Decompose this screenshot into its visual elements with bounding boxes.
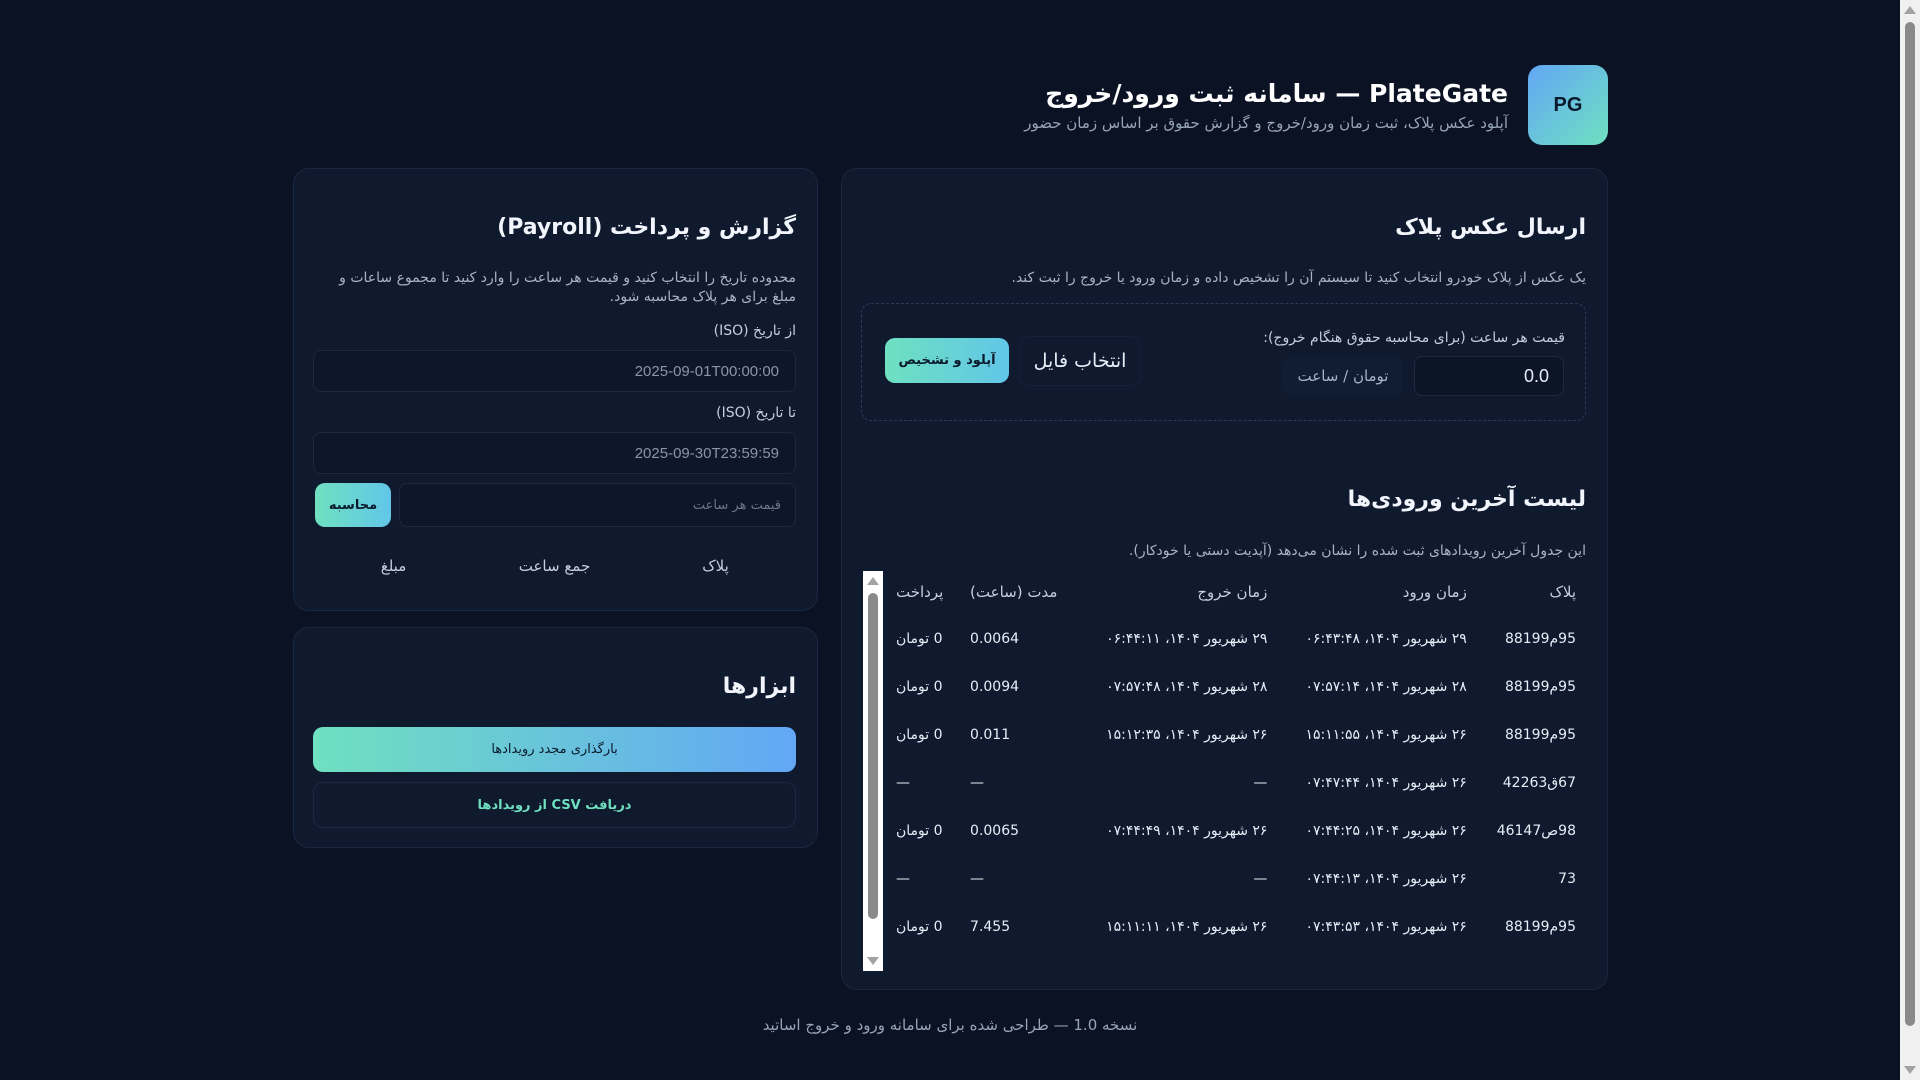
cell-exit-time: ۲۶ شهریور ۱۴۰۴، ۱۵:۱۲:۳۵ (1106, 727, 1268, 743)
entries-table: پلاک زمان ورود زمان خروج مدت (ساعت) پردا… (886, 569, 1586, 951)
payroll-title: گزارش و پرداخت (Payroll) (497, 215, 796, 240)
cell-duration: 0.011 (970, 727, 1011, 743)
app-header: PG PlateGate — سامانه ثبت ورود/خروج آپلو… (1024, 65, 1608, 145)
cell-exit-time: ۲۹ شهریور ۱۴۰۴، ۰۶:۴۴:۱۱ (1106, 631, 1268, 647)
cell-payment: — (896, 775, 910, 791)
rate-unit: تومان / ساعت (1283, 356, 1403, 396)
cell-duration: 0.0064 (970, 631, 1020, 647)
cell-duration: 0.0094 (970, 679, 1020, 695)
scroll-thumb[interactable] (868, 593, 878, 919)
cell-exit-time: ۲۶ شهریور ۱۴۰۴، ۰۷:۴۴:۴۹ (1106, 823, 1268, 839)
cell-payment: 0 تومان (896, 631, 943, 647)
cell-entry-time: ۲۶ شهریور ۱۴۰۴، ۰۷:۴۴:۲۵ (1305, 823, 1467, 839)
table-row: 95م88199 ۲۶ شهریور ۱۴۰۴، ۱۵:۱۱:۵۵ ۲۶ شهر… (886, 711, 1586, 759)
cell-duration: 7.455 (970, 919, 1011, 935)
entries-title: لیست آخرین ورودی‌ها (1347, 487, 1586, 512)
cell-entry-time: ۲۶ شهریور ۱۴۰۴، ۰۷:۴۷:۴۴ (1305, 775, 1467, 791)
entries-table-wrap: پلاک زمان ورود زمان خروج مدت (ساعت) پردا… (886, 569, 1586, 951)
cell-plate: 95م88199 (1504, 727, 1576, 743)
scroll-up-icon[interactable] (1904, 6, 1916, 14)
col-plate: پلاک (1549, 583, 1576, 601)
calculate-button[interactable]: محاسبه (315, 483, 391, 527)
cell-plate: 95م88199 (1504, 919, 1576, 935)
table-row: 67ق42263 ۲۶ شهریور ۱۴۰۴، ۰۷:۴۷:۴۴ — — — (886, 759, 1586, 807)
payroll-card: گزارش و پرداخت (Payroll) محدوده تاریخ را… (293, 168, 818, 611)
scroll-down-icon[interactable] (867, 957, 879, 965)
from-date-label: از تاریخ (ISO) (713, 323, 796, 339)
page-title: PlateGate — سامانه ثبت ورود/خروج (1045, 78, 1508, 108)
cell-exit-time: ۲۸ شهریور ۱۴۰۴، ۰۷:۵۷:۴۸ (1106, 679, 1268, 695)
cell-entry-time: ۲۶ شهریور ۱۴۰۴، ۰۷:۴۳:۵۳ (1305, 919, 1467, 935)
page-scrollbar[interactable] (1900, 0, 1920, 1080)
download-csv-button[interactable]: دریافت CSV از رویدادها (313, 782, 796, 828)
scroll-thumb[interactable] (1905, 22, 1915, 1026)
rate-label: قیمت هر ساعت (برای محاسبه حقوق هنگام خرو… (1263, 330, 1565, 346)
cell-plate: 98ص46147 (1496, 823, 1576, 839)
cell-payment: 0 تومان (896, 919, 943, 935)
col-plate: پلاک (702, 557, 729, 575)
cell-plate: 95م88199 (1504, 679, 1576, 695)
cell-plate: 67ق42263 (1502, 775, 1576, 791)
logo: PG (1528, 65, 1608, 145)
entries-header-row: پلاک زمان ورود زمان خروج مدت (ساعت) پردا… (886, 569, 1586, 615)
table-row: 95م88199 ۲۶ شهریور ۱۴۰۴، ۰۷:۴۳:۵۳ ۲۶ شهر… (886, 903, 1586, 951)
payroll-description: محدوده تاریخ را انتخاب کنید و قیمت هر سا… (339, 270, 796, 305)
col-total-hours: جمع ساعت (518, 557, 591, 575)
upload-title: ارسال عکس پلاک (1395, 215, 1586, 240)
cell-duration: — (970, 775, 985, 791)
table-row: 95م88199 ۲۸ شهریور ۱۴۰۴، ۰۷:۵۷:۱۴ ۲۸ شهر… (886, 663, 1586, 711)
col-amount: مبلغ (380, 557, 407, 575)
cell-duration: — (970, 871, 985, 887)
to-date-input[interactable]: 2025-09-30T23:59:59 (313, 432, 796, 474)
upload-card: ارسال عکس پلاک یک عکس از پلاک خودرو انتخ… (841, 168, 1608, 990)
entries-description: این جدول آخرین رویدادهای ثبت شده را نشان… (1128, 543, 1586, 559)
reload-events-button[interactable]: بارگذاری مجدد رویدادها (313, 727, 796, 772)
cell-payment: — (896, 871, 910, 887)
page-subtitle: آپلود عکس پلاک، ثبت زمان ورود/خروج و گزا… (1024, 113, 1508, 132)
cell-entry-time: ۲۸ شهریور ۱۴۰۴، ۰۷:۵۷:۱۴ (1305, 679, 1467, 695)
scroll-up-icon[interactable] (867, 577, 879, 585)
cell-payment: 0 تومان (896, 823, 943, 839)
header-text: PlateGate — سامانه ثبت ورود/خروج آپلود ع… (1024, 79, 1508, 132)
col-entry-time: زمان ورود (1402, 583, 1467, 601)
cell-exit-time: ۲۶ شهریور ۱۴۰۴، ۱۵:۱۱:۱۱ (1106, 919, 1268, 935)
from-date-input[interactable]: 2025-09-01T00:00:00 (313, 350, 796, 392)
cell-duration: 0.0065 (970, 823, 1020, 839)
cell-plate: 95م88199 (1504, 631, 1576, 647)
entries-scrollbar[interactable] (863, 571, 883, 971)
cell-exit-time: — (1253, 871, 1268, 887)
hourly-price-input[interactable]: قیمت هر ساعت (399, 483, 796, 527)
col-payment: پرداخت (896, 583, 944, 601)
upload-description: یک عکس از پلاک خودرو انتخاب کنید تا سیست… (1011, 270, 1587, 286)
footer: نسخه 1.0 — طراحی شده برای سامانه ورود و … (762, 1016, 1138, 1034)
cell-entry-time: ۲۶ شهریور ۱۴۰۴، ۱۵:۱۱:۵۵ (1305, 727, 1467, 743)
table-row: 95م88199 ۲۹ شهریور ۱۴۰۴، ۰۶:۴۳:۴۸ ۲۹ شهر… (886, 615, 1586, 663)
tools-card: ابزارها بارگذاری مجدد رویدادها دریافت CS… (293, 627, 818, 848)
payroll-table-header: پلاک جمع ساعت مبلغ (313, 557, 796, 575)
rate-input[interactable]: 0.0 (1414, 356, 1564, 396)
to-date-label: تا تاریخ (ISO) (716, 405, 796, 421)
table-row: 73 ۲۶ شهریور ۱۴۰۴، ۰۷:۴۴:۱۳ — — — (886, 855, 1586, 903)
col-duration: مدت (ساعت) (970, 583, 1058, 601)
cell-payment: 0 تومان (896, 727, 943, 743)
choose-file-button[interactable]: انتخاب فایل (1019, 336, 1141, 386)
col-exit-time: زمان خروج (1197, 583, 1268, 601)
cell-entry-time: ۲۶ شهریور ۱۴۰۴، ۰۷:۴۴:۱۳ (1305, 871, 1467, 887)
cell-entry-time: ۲۹ شهریور ۱۴۰۴، ۰۶:۴۳:۴۸ (1305, 631, 1467, 647)
tools-title: ابزارها (722, 674, 796, 699)
cell-payment: 0 تومان (896, 679, 943, 695)
table-row: 98ص46147 ۲۶ شهریور ۱۴۰۴، ۰۷:۴۴:۲۵ ۲۶ شهر… (886, 807, 1586, 855)
scroll-down-icon[interactable] (1904, 1066, 1916, 1074)
upload-box: قیمت هر ساعت (برای محاسبه حقوق هنگام خرو… (861, 303, 1586, 421)
cell-plate: 73 (1558, 871, 1576, 887)
upload-button[interactable]: آپلود و تشخیص (885, 338, 1009, 383)
cell-exit-time: — (1253, 775, 1268, 791)
